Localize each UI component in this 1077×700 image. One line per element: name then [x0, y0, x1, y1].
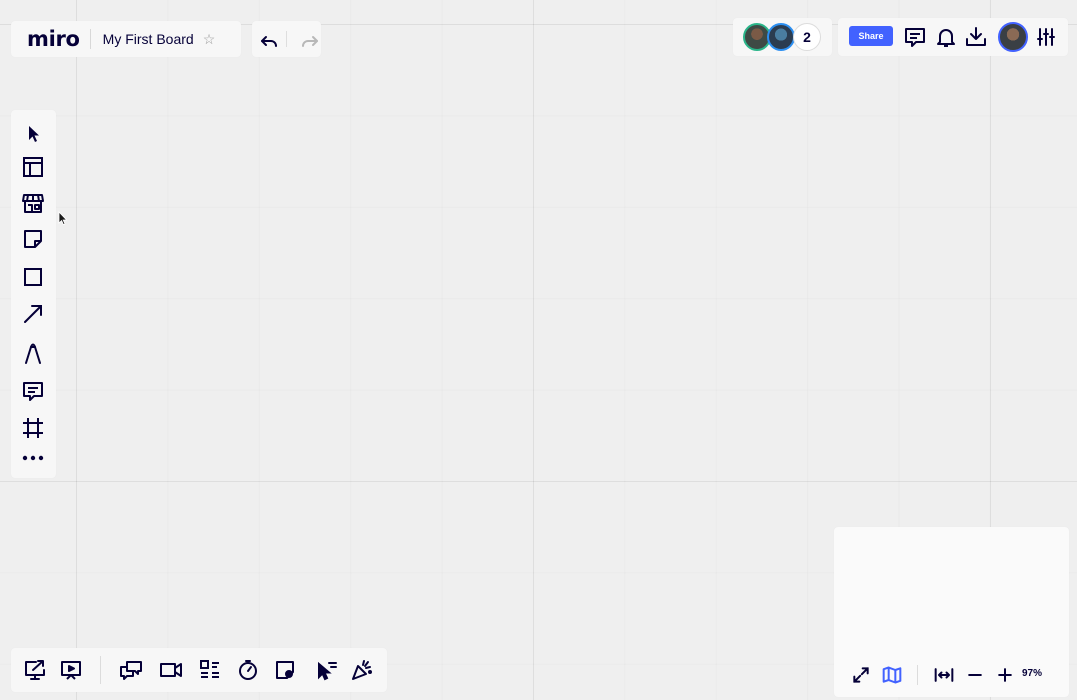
zoom-out-icon[interactable] — [965, 665, 985, 685]
fullscreen-icon[interactable] — [851, 665, 871, 685]
arrow-icon[interactable] — [21, 302, 45, 326]
cards-icon[interactable] — [198, 658, 222, 682]
celebrate-icon[interactable] — [350, 658, 374, 682]
add-frame-icon[interactable] — [273, 658, 297, 682]
timer-icon[interactable] — [236, 658, 260, 682]
creation-toolbar — [11, 110, 56, 478]
star-icon[interactable]: ☆ — [203, 31, 216, 48]
user-avatar[interactable] — [998, 22, 1028, 52]
comments-icon[interactable] — [903, 25, 927, 49]
video-icon[interactable] — [159, 658, 183, 682]
bring-everyone-icon[interactable] — [314, 658, 338, 682]
undo-icon[interactable] — [257, 30, 275, 48]
presentation-icon[interactable] — [59, 658, 83, 682]
collaborator-count[interactable]: 2 — [793, 23, 821, 51]
divider — [100, 656, 101, 684]
miro-logo[interactable]: miro — [27, 27, 80, 51]
zoom-in-icon[interactable] — [995, 665, 1015, 685]
divider — [89, 29, 91, 49]
sticky-note-icon[interactable] — [21, 227, 45, 251]
more-icon[interactable] — [21, 446, 45, 470]
minimap-panel: 97% — [834, 527, 1069, 697]
board-actions-panel: Share — [838, 18, 1068, 56]
collaborator-avatar[interactable] — [767, 23, 795, 51]
board-title[interactable]: My First Board — [103, 31, 194, 47]
marketplace-icon[interactable] — [21, 191, 45, 215]
comment-icon[interactable] — [21, 379, 45, 403]
redo-icon[interactable] — [298, 30, 316, 48]
board-title-panel: miro My First Board ☆ — [11, 21, 241, 57]
mouse-cursor-icon — [58, 211, 68, 226]
chat-icon[interactable] — [119, 658, 143, 682]
map-icon[interactable] — [882, 665, 902, 685]
fit-width-icon[interactable] — [934, 665, 954, 685]
collaboration-toolbar — [11, 648, 387, 692]
settings-sliders-icon[interactable] — [1034, 25, 1058, 49]
divider — [917, 665, 918, 685]
select-cursor-icon[interactable] — [21, 122, 45, 146]
bell-icon[interactable] — [934, 25, 958, 49]
zoom-level[interactable]: 97% — [1022, 668, 1042, 679]
collaborators-panel: 2 — [733, 18, 832, 56]
divider — [285, 31, 287, 47]
pen-icon[interactable] — [21, 341, 45, 365]
rectangle-icon[interactable] — [21, 265, 45, 289]
templates-icon[interactable] — [21, 155, 45, 179]
history-panel — [252, 21, 321, 57]
share-screen-icon[interactable] — [23, 658, 47, 682]
frame-icon[interactable] — [21, 416, 45, 440]
download-icon[interactable] — [964, 25, 988, 49]
share-button[interactable]: Share — [849, 26, 893, 46]
